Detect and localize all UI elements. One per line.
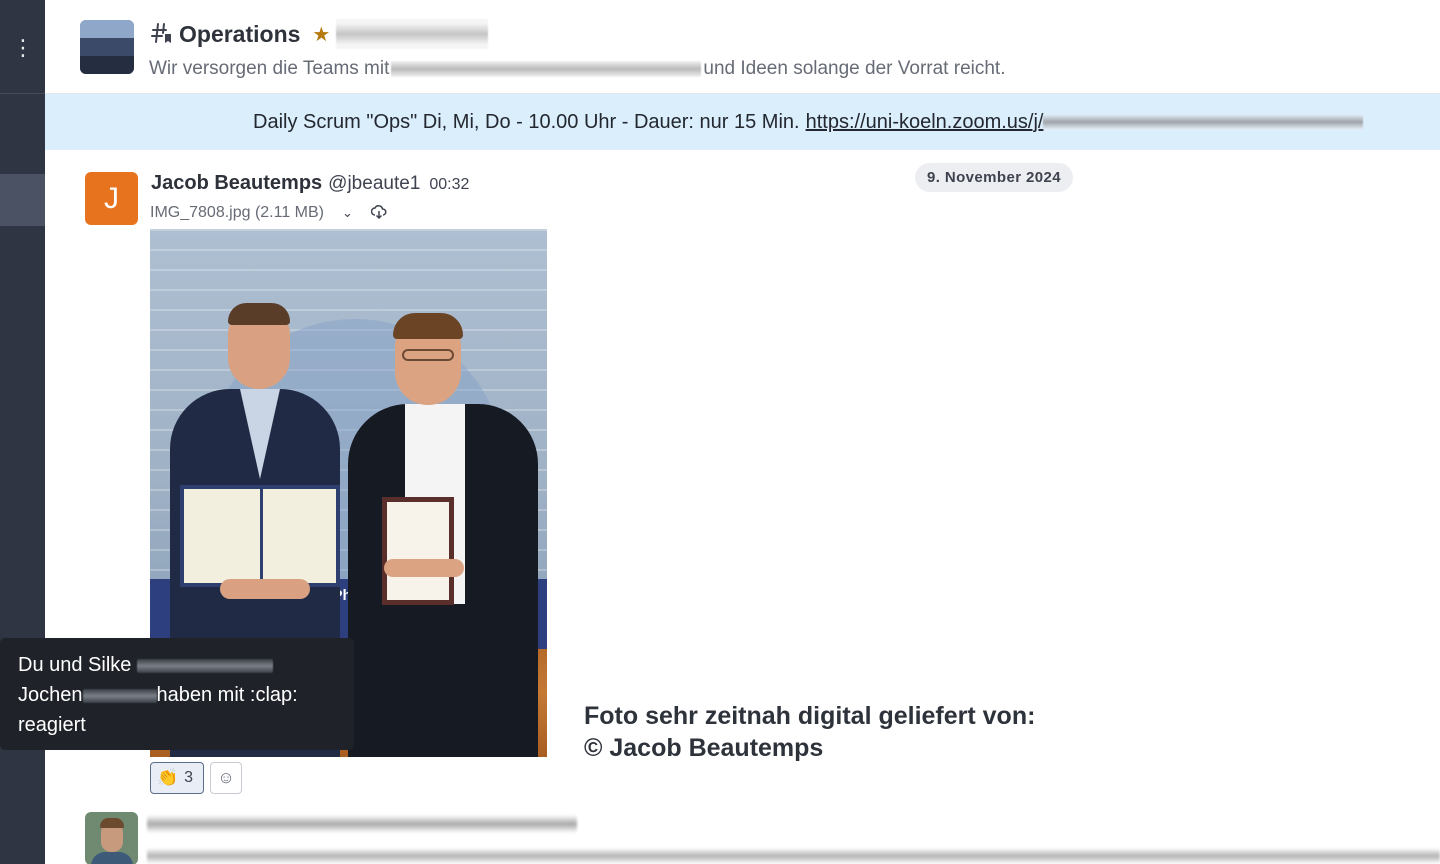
download-icon-svg [370,204,387,219]
clap-emoji-icon: 👏 [157,768,179,787]
photo-person-left-hair [228,303,290,325]
sidebar-active-item[interactable] [0,174,45,226]
date-separator: 9. November 2024 [915,163,1073,192]
channel-hash-icon-svg [151,23,171,43]
chevron-down-icon[interactable]: ⌄ [342,205,353,221]
clap-reaction-button[interactable]: 👏 3 [150,762,204,794]
favorite-star-icon[interactable]: ★ [312,22,330,47]
banner-zoom-link[interactable]: https://uni-koeln.zoom.us/j/ [806,111,1044,134]
photo-person-right-hair [393,313,463,339]
post-time[interactable]: 00:32 [429,176,469,194]
file-name[interactable]: IMG_7808.jpg (2.11 MB) [150,204,324,222]
redacted-title-extra [336,19,489,49]
purpose-prefix: Wir versorgen die Teams mit [149,58,390,79]
redacted-name-1 [136,658,273,673]
channel-title[interactable]: Operations [179,21,300,48]
reaction-tooltip: Du und Silke Jochen haben mit :clap: reag… [0,638,354,750]
post-caption: Foto sehr zeitnah digital geliefert von:… [584,700,1035,764]
redacted-next-post-body [147,848,1440,864]
tooltip-line-2: Jochen haben mit :clap: [18,680,336,710]
tooltip-line-2-suffix: haben mit :clap: [156,684,298,706]
tooltip-line-1: Du und Silke [18,650,336,680]
channel-header: Operations ★ Wir versorgen die Teams mit… [45,0,1440,94]
avatar-hair [100,818,124,828]
more-options-icon[interactable]: ⋮ [12,30,34,66]
channel-image[interactable] [80,20,134,74]
caption-line-2: © Jacob Beautemps [584,734,824,762]
photo-hands-left [220,579,310,599]
avatar-shirt [91,852,133,864]
tooltip-line-2-prefix: Jochen [18,684,83,706]
emoji-add-icon: ☺ [217,768,235,787]
photo-person-right-glasses [402,349,454,361]
channel-bookmark-icon [149,21,175,47]
caption-line-1: Foto sehr zeitnah digital geliefert von: [584,702,1036,730]
photo-award-plaque [382,497,454,605]
author-handle[interactable]: @jbeaute1 [328,173,420,195]
photo-folder-spine [260,485,263,587]
author-name[interactable]: Jacob Beautemps [151,172,322,195]
banner-text: Daily Scrum "Ops" Di, Mi, Do - 10.00 Uhr… [253,110,800,133]
reaction-count: 3 [184,769,194,786]
channel-purpose: Wir versorgen die Teams mit und Ideen so… [149,58,1005,80]
redacted-purpose-text [391,61,702,77]
redacted-link-suffix [1043,114,1364,130]
sidebar-divider [0,93,45,94]
redacted-next-post-header [147,815,577,833]
author-avatar[interactable]: J [85,172,138,225]
purpose-suffix: und Ideen solange der Vorrat reicht. [703,58,1006,79]
next-author-avatar[interactable] [85,812,138,864]
tooltip-line-1-text: Du und Silke [18,654,132,676]
add-reaction-button[interactable]: ☺ [210,762,242,794]
download-icon[interactable] [370,204,387,222]
redacted-name-2 [82,688,157,703]
channel-title-row: Operations ★ [149,18,489,50]
photo-hands-right [384,559,464,577]
post-header: Jacob Beautemps @jbeaute1 00:32 [151,172,469,195]
tooltip-line-3: reagiert [18,714,86,736]
file-attachment-row: IMG_7808.jpg (2.11 MB) ⌄ [150,204,387,222]
announcement-banner: Daily Scrum "Ops" Di, Mi, Do - 10.00 Uhr… [45,94,1440,150]
